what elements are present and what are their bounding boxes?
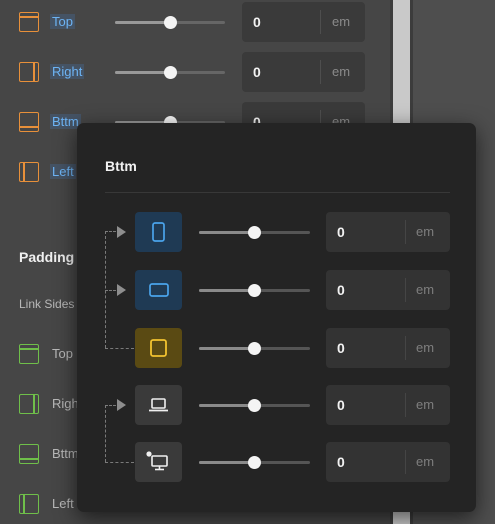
desktop-icon [146, 451, 168, 471]
side-right-icon[interactable] [19, 62, 39, 82]
divider [405, 450, 406, 474]
unit-selector[interactable]: em [416, 340, 434, 355]
slider-thumb[interactable] [248, 399, 261, 412]
value-text: 0 [337, 454, 345, 470]
divider [320, 60, 321, 84]
slider-thumb[interactable] [164, 66, 177, 79]
divider [405, 393, 406, 417]
margin-right-input[interactable]: 0 em [242, 52, 365, 92]
padding-left-label: Left [52, 496, 74, 511]
unit-selector[interactable]: em [332, 64, 350, 79]
slider-thumb[interactable] [248, 456, 261, 469]
laptop-button[interactable] [135, 385, 182, 425]
inherit-arrow-icon [117, 284, 126, 296]
phone-portrait-icon [152, 222, 165, 242]
phone-landscape-input[interactable]: 0 em [326, 270, 450, 310]
value-text: 0 [337, 224, 345, 240]
phone-landscape-slider[interactable] [199, 284, 310, 297]
padding-top-label: Top [52, 346, 73, 361]
side-top-icon[interactable] [19, 12, 39, 32]
slider-thumb[interactable] [248, 284, 261, 297]
value-text: 0 [253, 14, 261, 30]
popover-title: Bttm [105, 158, 137, 174]
slider-thumb[interactable] [164, 16, 177, 29]
breakpoint-popover: Bttm 0 em 0 em 0 em 0 em 0 em [77, 123, 476, 512]
padding-heading: Padding [19, 249, 75, 265]
breakpoint-row-desktop: 0 em [77, 442, 476, 482]
value-text: 0 [337, 282, 345, 298]
side-left-icon[interactable] [19, 162, 39, 182]
laptop-slider[interactable] [199, 399, 310, 412]
side-bottom-icon[interactable] [19, 444, 39, 464]
breakpoint-row-tablet: 0 em [77, 328, 476, 368]
unit-selector[interactable]: em [416, 282, 434, 297]
divider [320, 10, 321, 34]
laptop-input[interactable]: 0 em [326, 385, 450, 425]
phone-landscape-icon [149, 283, 169, 297]
margin-right-slider[interactable] [115, 66, 225, 79]
slider-thumb[interactable] [248, 226, 261, 239]
margin-left-label: Left [50, 164, 76, 179]
tablet-icon [150, 339, 167, 357]
tablet-button[interactable] [135, 328, 182, 368]
tablet-input[interactable]: 0 em [326, 328, 450, 368]
value-text: 0 [253, 64, 261, 80]
margin-bottom-label: Bttm [50, 114, 81, 129]
divider [405, 278, 406, 302]
margin-top-label: Top [50, 14, 75, 29]
margin-row-right: Right 0 em [0, 52, 390, 92]
desktop-input[interactable]: 0 em [326, 442, 450, 482]
tablet-slider[interactable] [199, 342, 310, 355]
value-text: 0 [337, 397, 345, 413]
breakpoint-row-phone-portrait: 0 em [77, 212, 476, 252]
margin-top-slider[interactable] [115, 16, 225, 29]
inherit-arrow-icon [117, 399, 126, 411]
breakpoint-row-laptop: 0 em [77, 385, 476, 425]
margin-row-top: Top 0 em [0, 2, 390, 42]
margin-top-input[interactable]: 0 em [242, 2, 365, 42]
side-left-icon[interactable] [19, 494, 39, 514]
phone-portrait-slider[interactable] [199, 226, 310, 239]
unit-selector[interactable]: em [332, 14, 350, 29]
phone-landscape-button[interactable] [135, 270, 182, 310]
value-text: 0 [337, 340, 345, 356]
desktop-slider[interactable] [199, 456, 310, 469]
link-sides-label[interactable]: Link Sides [19, 297, 74, 311]
phone-portrait-button[interactable] [135, 212, 182, 252]
phone-portrait-input[interactable]: 0 em [326, 212, 450, 252]
divider [405, 336, 406, 360]
side-top-icon[interactable] [19, 344, 39, 364]
desktop-button[interactable] [135, 442, 182, 482]
laptop-icon [149, 398, 168, 412]
slider-thumb[interactable] [248, 342, 261, 355]
margin-right-label: Right [50, 64, 85, 79]
breakpoint-row-phone-landscape: 0 em [77, 270, 476, 310]
unit-selector[interactable]: em [416, 454, 434, 469]
side-bottom-icon[interactable] [19, 112, 39, 132]
divider [105, 192, 450, 193]
inherit-arrow-icon [117, 226, 126, 238]
side-right-icon[interactable] [19, 394, 39, 414]
unit-selector[interactable]: em [416, 397, 434, 412]
unit-selector[interactable]: em [416, 224, 434, 239]
divider [405, 220, 406, 244]
